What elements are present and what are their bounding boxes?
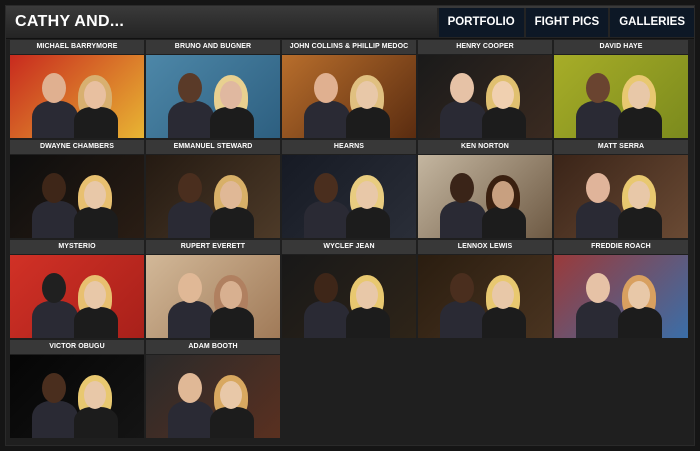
photo-caption[interactable]: MYSTERIO [10, 240, 144, 254]
gallery-cell: ADAM BOOTH [146, 340, 280, 438]
photo-thumbnail[interactable] [146, 255, 280, 338]
photo-thumbnail[interactable] [418, 155, 552, 238]
photo-caption[interactable]: VICTOR OBUGU [10, 340, 144, 354]
photo-thumbnail[interactable] [282, 255, 416, 338]
photo-thumbnail[interactable] [10, 255, 144, 338]
nav-fight-pics[interactable]: FIGHT PICS [523, 8, 609, 37]
gallery-cell: MATT SERRA [554, 140, 688, 238]
site-title: CATHY AND... [15, 13, 125, 30]
nav-portfolio[interactable]: PORTFOLIO [436, 8, 524, 37]
gallery-cell: KEN NORTON [418, 140, 552, 238]
gallery-cell: BRUNO AND BUGNER [146, 40, 280, 138]
photo-thumbnail[interactable] [282, 155, 416, 238]
photo-caption[interactable]: MATT SERRA [554, 140, 688, 154]
gallery-cell: FREDDIE ROACH [554, 240, 688, 338]
photo-caption[interactable]: JOHN COLLINS & PHILLIP MEDOC [282, 40, 416, 54]
nav-galleries[interactable]: GALLERIES [608, 8, 694, 37]
photo-caption[interactable]: LENNOX LEWIS [418, 240, 552, 254]
gallery-cell: HENRY COOPER [418, 40, 552, 138]
gallery-cell: MYSTERIO [10, 240, 144, 338]
photo-thumbnail[interactable] [554, 255, 688, 338]
photo-caption[interactable]: KEN NORTON [418, 140, 552, 154]
photo-thumbnail[interactable] [10, 355, 144, 438]
photo-thumbnail[interactable] [146, 55, 280, 138]
photo-caption[interactable]: RUPERT EVERETT [146, 240, 280, 254]
photo-caption[interactable]: BRUNO AND BUGNER [146, 40, 280, 54]
gallery-cell: WYCLEF JEAN [282, 240, 416, 338]
photo-caption[interactable]: WYCLEF JEAN [282, 240, 416, 254]
photo-caption[interactable]: DWAYNE CHAMBERS [10, 140, 144, 154]
photo-caption[interactable]: HENRY COOPER [418, 40, 552, 54]
main-nav: PORTFOLIO FIGHT PICS GALLERIES [436, 8, 694, 37]
photo-thumbnail[interactable] [282, 55, 416, 138]
gallery-page: CATHY AND... PORTFOLIO FIGHT PICS GALLER… [6, 6, 694, 445]
gallery-cell: JOHN COLLINS & PHILLIP MEDOC [282, 40, 416, 138]
header-bar: CATHY AND... PORTFOLIO FIGHT PICS GALLER… [6, 6, 694, 39]
photo-thumbnail[interactable] [418, 55, 552, 138]
photo-thumbnail[interactable] [418, 255, 552, 338]
gallery-cell: DAVID HAYE [554, 40, 688, 138]
photo-thumbnail[interactable] [146, 155, 280, 238]
photo-caption[interactable]: MICHAEL BARRYMORE [10, 40, 144, 54]
photo-caption[interactable]: ADAM BOOTH [146, 340, 280, 354]
gallery-cell: EMMANUEL STEWARD [146, 140, 280, 238]
gallery-cell: VICTOR OBUGU [10, 340, 144, 438]
photo-caption[interactable]: DAVID HAYE [554, 40, 688, 54]
photo-thumbnail[interactable] [146, 355, 280, 438]
gallery-cell: HEARNS [282, 140, 416, 238]
gallery-cell: DWAYNE CHAMBERS [10, 140, 144, 238]
gallery-cell: MICHAEL BARRYMORE [10, 40, 144, 138]
photo-caption[interactable]: FREDDIE ROACH [554, 240, 688, 254]
photo-thumbnail[interactable] [554, 155, 688, 238]
photo-thumbnail[interactable] [10, 55, 144, 138]
photo-thumbnail[interactable] [10, 155, 144, 238]
photo-caption[interactable]: EMMANUEL STEWARD [146, 140, 280, 154]
gallery-cell: LENNOX LEWIS [418, 240, 552, 338]
photo-thumbnail[interactable] [554, 55, 688, 138]
gallery-cell: RUPERT EVERETT [146, 240, 280, 338]
photo-caption[interactable]: HEARNS [282, 140, 416, 154]
